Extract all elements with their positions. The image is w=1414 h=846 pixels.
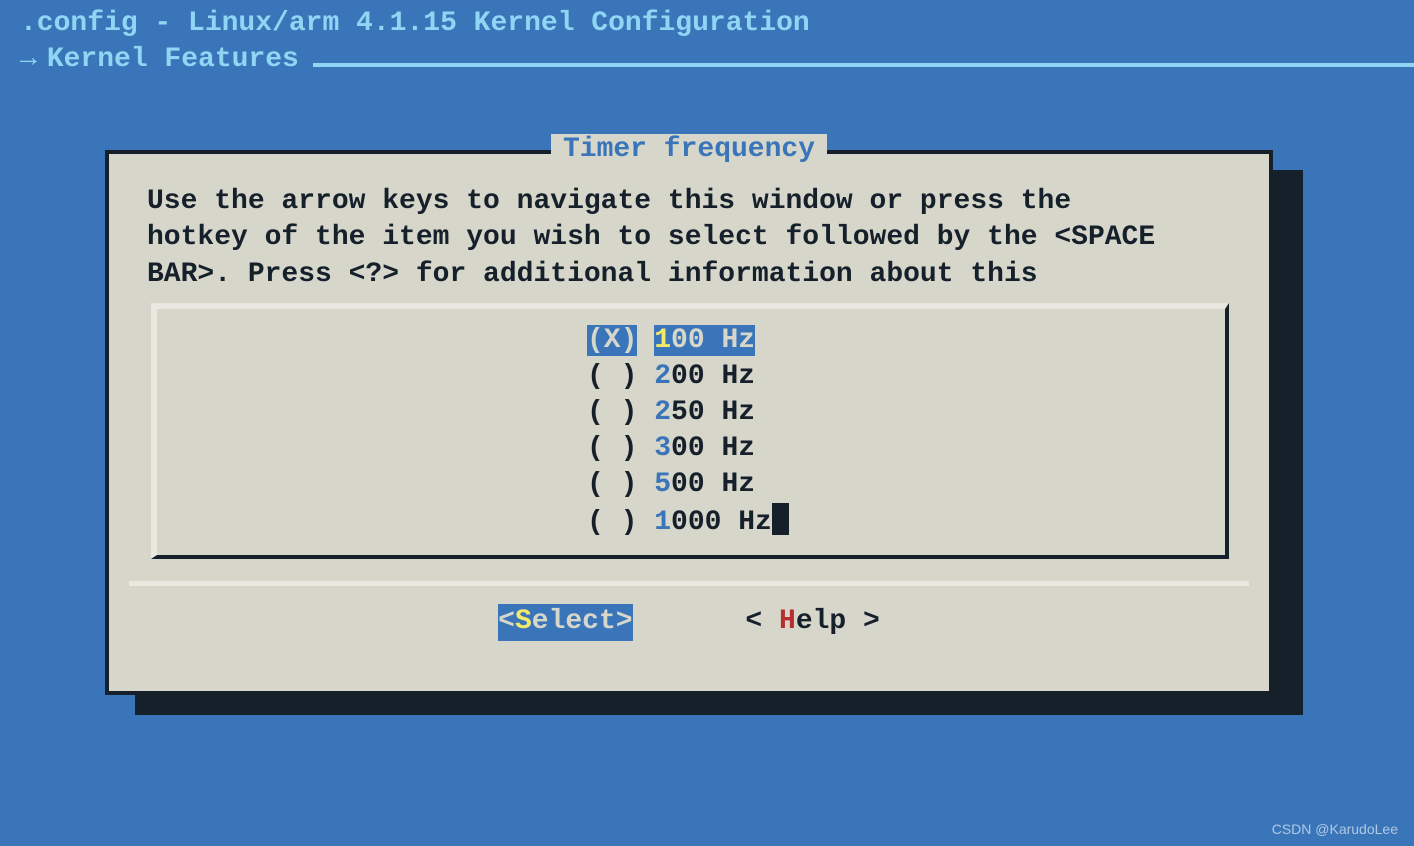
radio-mark: (X) — [587, 325, 637, 356]
option-label: 200 Hz — [654, 361, 755, 392]
radio-option[interactable]: ( ) 1000 Hz — [157, 503, 1225, 539]
dialog-title: Timer frequency — [109, 132, 1269, 168]
dialog-instructions: Use the arrow keys to navigate this wind… — [109, 154, 1269, 297]
page-title: .config - Linux/arm 4.1.15 Kernel Config… — [0, 0, 1414, 42]
radio-mark: ( ) — [587, 469, 637, 500]
radio-option[interactable]: ( ) 200 Hz — [157, 359, 1225, 395]
breadcrumb: → Kernel Features — [0, 42, 1414, 78]
breadcrumb-text: Kernel Features — [47, 42, 299, 78]
text-cursor-icon — [772, 503, 789, 535]
option-label: 250 Hz — [654, 397, 755, 428]
option-label: 500 Hz — [654, 469, 755, 500]
watermark: CSDN @KarudoLee — [1272, 820, 1398, 838]
arrow-right-icon: → — [20, 42, 37, 78]
divider — [129, 581, 1249, 586]
options-list: (X) 100 Hz( ) 200 Hz( ) 250 Hz( ) 300 Hz… — [151, 303, 1229, 559]
radio-mark: ( ) — [587, 397, 637, 428]
select-button[interactable]: <Select> — [498, 604, 632, 640]
radio-option[interactable]: ( ) 250 Hz — [157, 395, 1225, 431]
option-label: 300 Hz — [654, 433, 755, 464]
dialog: Timer frequency Use the arrow keys to na… — [105, 150, 1273, 695]
radio-mark: ( ) — [587, 433, 637, 464]
radio-mark: ( ) — [587, 507, 637, 538]
option-label: 1000 Hz — [654, 507, 772, 538]
radio-option[interactable]: ( ) 500 Hz — [157, 467, 1225, 503]
radio-option[interactable]: ( ) 300 Hz — [157, 431, 1225, 467]
divider — [313, 63, 1414, 67]
help-button[interactable]: < Help > — [745, 604, 879, 640]
button-bar: <Select> < Help > — [109, 604, 1269, 640]
option-label: 100 Hz — [654, 325, 755, 356]
radio-mark: ( ) — [587, 361, 637, 392]
radio-option[interactable]: (X) 100 Hz — [157, 323, 1225, 359]
